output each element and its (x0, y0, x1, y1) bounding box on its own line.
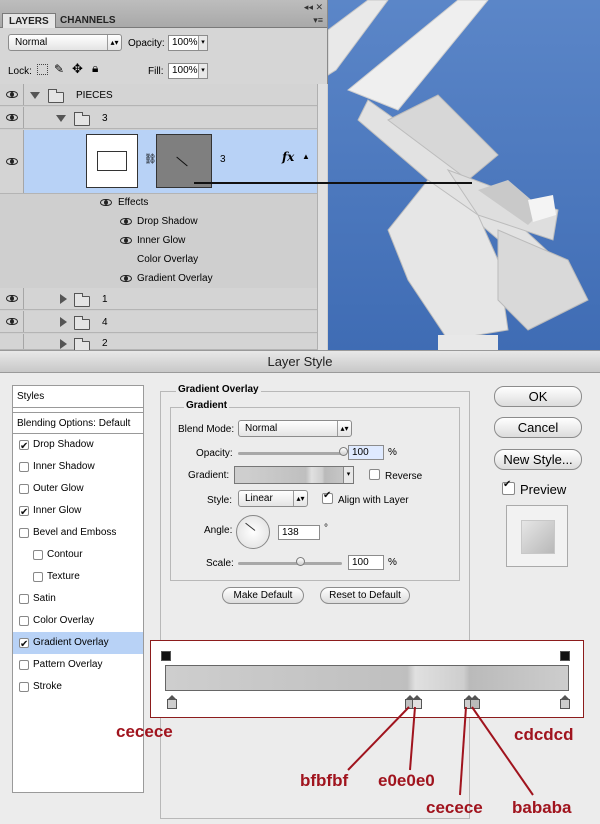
annotation-stop-3: e0e0e0 (378, 771, 435, 790)
leader-cecece-2 (459, 706, 467, 796)
leader-e0e0e0 (409, 706, 416, 771)
annotation-leaders (347, 706, 534, 796)
annotation-stop-6: cdcdcd (514, 725, 574, 744)
leader-bababa (471, 706, 534, 796)
leader-bfbfbf (347, 706, 410, 771)
annotation-stop-1: cecece (116, 722, 173, 741)
annotation-stop-2: bfbfbf (300, 771, 349, 790)
annotation-stop-4: cecece (426, 798, 483, 817)
annotation-stop-5: bababa (512, 798, 572, 817)
